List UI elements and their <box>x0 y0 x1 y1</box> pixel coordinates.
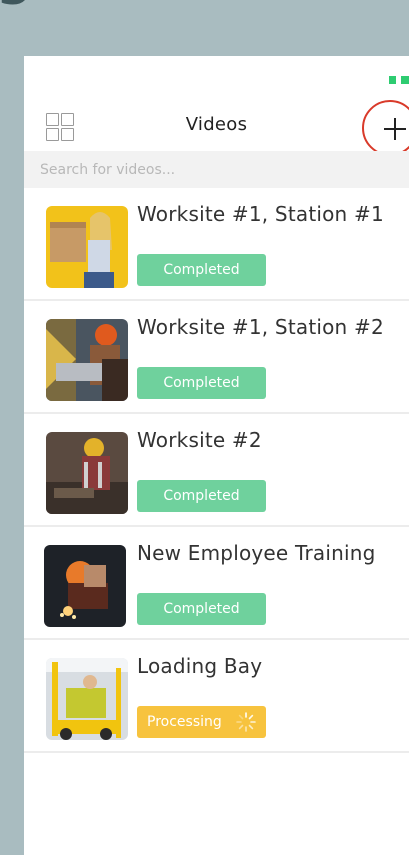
video-thumbnail <box>46 658 128 740</box>
status-badge: Completed <box>137 367 266 399</box>
video-list: Worksite #1, Station #1 Completed Worksi… <box>24 188 409 753</box>
videos-panel: Videos Worksite #1, Station #1 Completed <box>24 56 409 855</box>
status-badge: Completed <box>137 593 266 625</box>
status-badge: Processing <box>137 706 266 738</box>
background-heading-glyph: g <box>0 0 35 2</box>
video-list-item[interactable]: Worksite #1, Station #1 Completed <box>24 188 409 301</box>
video-thumbnail <box>46 319 128 401</box>
page-title: Videos <box>185 114 248 135</box>
battery-icon <box>389 76 409 84</box>
video-list-item[interactable]: Loading Bay Processing <box>24 640 409 753</box>
video-thumbnail <box>46 432 128 514</box>
video-title: Loading Bay <box>137 654 263 678</box>
search-input[interactable] <box>24 151 409 188</box>
status-badge: Completed <box>137 254 266 286</box>
video-title: Worksite #2 <box>137 428 262 452</box>
status-label: Processing <box>147 714 222 730</box>
video-title: Worksite #1, Station #1 <box>137 202 384 226</box>
video-list-item[interactable]: Worksite #2 Completed <box>24 414 409 527</box>
video-list-item[interactable]: Worksite #1, Station #2 Completed <box>24 301 409 414</box>
status-badge: Completed <box>137 480 266 512</box>
video-thumbnail <box>46 206 128 288</box>
video-list-item[interactable]: New Employee Training Completed <box>24 527 409 640</box>
add-video-button[interactable] <box>362 100 409 156</box>
video-thumbnail <box>44 545 126 627</box>
spinner-icon <box>236 712 256 732</box>
video-title: New Employee Training <box>137 541 376 565</box>
video-title: Worksite #1, Station #2 <box>137 315 384 339</box>
